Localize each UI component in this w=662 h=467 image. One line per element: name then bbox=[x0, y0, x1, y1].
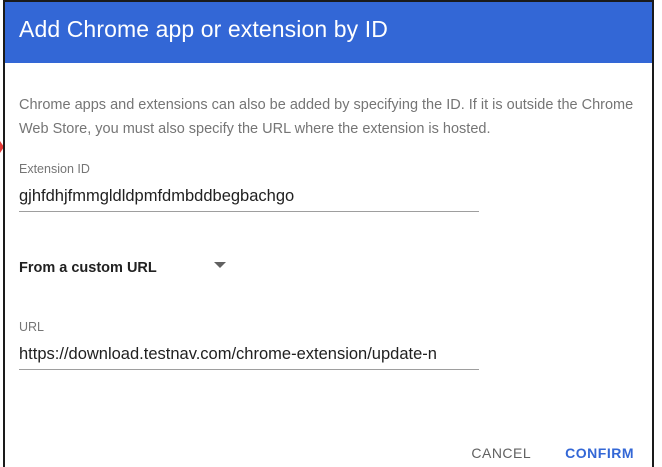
extension-id-input[interactable]: gjhfdhjfmmgldldpmfdmbddbegbachgo bbox=[19, 187, 479, 212]
add-extension-dialog: Add Chrome app or extension by ID Chrome… bbox=[3, 0, 654, 467]
cancel-button[interactable]: CANCEL bbox=[471, 445, 531, 461]
source-type-selected-value: From a custom URL bbox=[19, 260, 157, 276]
screenshot-stage: Add Chrome app or extension by ID Chrome… bbox=[0, 0, 662, 467]
url-input[interactable]: https://download.testnav.com/chrome-exte… bbox=[19, 345, 479, 370]
dropdown-arrow-icon bbox=[213, 262, 226, 268]
url-label: URL bbox=[19, 320, 45, 334]
dialog-description: Chrome apps and extensions can also be a… bbox=[19, 97, 634, 137]
confirm-button[interactable]: CONFIRM bbox=[565, 445, 634, 461]
source-type-select[interactable]: From a custom URL bbox=[19, 260, 226, 276]
dialog-actions: CANCEL CONFIRM bbox=[471, 445, 634, 461]
dialog-title: Add Chrome app or extension by ID bbox=[19, 15, 388, 42]
dialog-header: Add Chrome app or extension by ID bbox=[5, 2, 652, 63]
extension-id-label: Extension ID bbox=[19, 162, 90, 176]
